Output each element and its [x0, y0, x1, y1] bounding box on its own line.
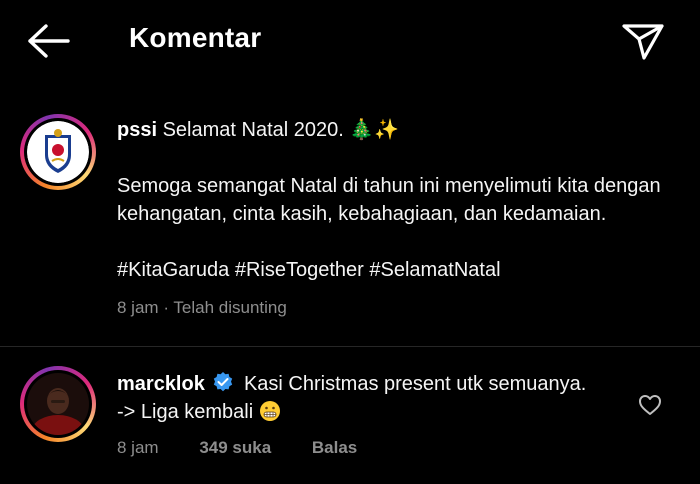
user-photo-icon — [27, 373, 89, 435]
comments-screen: Komentar pssi Selamat Natal 2020. 🎄✨ Sem… — [0, 0, 700, 484]
comment-meta: 8 jam 349 suka Balas — [117, 434, 627, 462]
caption-paragraph: Semoga semangat Natal di tahun ini menye… — [117, 175, 661, 225]
caption-hashtags[interactable]: #KitaGaruda #RiseTogether #SelamatNatal — [117, 256, 677, 284]
back-button[interactable] — [26, 22, 72, 60]
pssi-logo-icon — [27, 121, 89, 183]
edited-label: Telah disunting — [173, 298, 287, 317]
comment-line-1: Kasi Christmas present utk semuanya. — [243, 373, 587, 395]
divider — [0, 346, 700, 347]
grimacing-face-icon — [259, 401, 280, 421]
caption-text: pssi Selamat Natal 2020. 🎄✨ Semoga seman… — [117, 116, 677, 322]
avatar[interactable] — [20, 366, 96, 442]
comment-line-2: -> Liga kembali — [117, 401, 254, 423]
heart-icon — [639, 395, 661, 415]
paper-plane-icon — [622, 24, 664, 60]
caption-time: 8 jam — [117, 298, 159, 317]
post-caption: pssi Selamat Natal 2020. 🎄✨ Semoga seman… — [0, 100, 700, 346]
likes-count[interactable]: 349 suka — [199, 438, 271, 457]
page-title: Komentar — [129, 22, 262, 53]
verified-badge-icon — [214, 372, 233, 392]
comment-item: marcklok Kasi Christmas present utk semu… — [0, 348, 700, 484]
avatar[interactable] — [20, 114, 96, 190]
caption-meta: 8 jam · Telah disunting — [117, 294, 677, 322]
comment-username[interactable]: marcklok — [117, 373, 205, 395]
reply-button[interactable]: Balas — [312, 438, 357, 457]
caption-first-line: Selamat Natal 2020. 🎄✨ — [162, 119, 400, 141]
share-button[interactable] — [620, 20, 666, 62]
caption-username[interactable]: pssi — [117, 119, 157, 141]
like-button[interactable] — [637, 392, 663, 418]
comment-text: marcklok Kasi Christmas present utk semu… — [117, 370, 627, 462]
meta-separator: · — [163, 298, 169, 317]
top-bar: Komentar — [0, 0, 700, 80]
arrow-left-icon — [28, 24, 70, 58]
comment-time: 8 jam — [117, 438, 159, 457]
